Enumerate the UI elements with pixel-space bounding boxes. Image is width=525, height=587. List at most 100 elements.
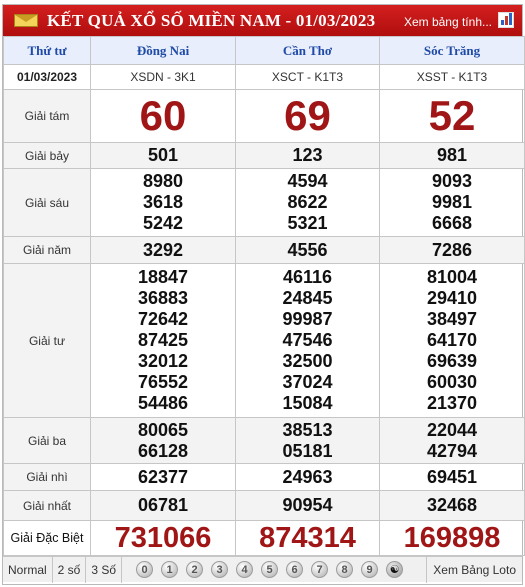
digit-filter: 0 1 2 3 4 5 6 7 8 9 ☯ xyxy=(136,561,404,578)
prize-label: Giải nhất xyxy=(3,490,91,521)
prize-value: 32500 xyxy=(282,351,333,371)
prize-value: 32012 xyxy=(137,351,189,371)
day-label: Thứ tư xyxy=(3,36,91,65)
results-table: Thứ tư Đồng Nai Cần Thơ Sóc Trăng 01/03/… xyxy=(3,36,525,556)
yin-yang-icon[interactable]: ☯ xyxy=(386,561,404,578)
prize-value: 3292 xyxy=(90,236,236,264)
prize-label: Giải sáu xyxy=(3,168,91,237)
prize-value: 18847 xyxy=(137,267,189,287)
prize-value: 06781 xyxy=(90,490,236,521)
draw-date: 01/03/2023 xyxy=(3,64,91,90)
prize-row-g4: Giải tư 18847 36883 72642 87425 32012 76… xyxy=(3,263,525,418)
prize-value: 4594 xyxy=(287,171,328,191)
prize-value: 24963 xyxy=(235,463,380,491)
digit-ball-4[interactable]: 4 xyxy=(236,561,254,578)
envelope-icon xyxy=(14,14,38,27)
results-panel: KẾT QUẢ XỔ SỐ MIỀN NAM - 01/03/2023 Xem … xyxy=(2,4,525,585)
province-can-tho[interactable]: Cần Thơ xyxy=(235,36,380,65)
digit-ball-6[interactable]: 6 xyxy=(286,561,304,578)
bar-chart-icon[interactable] xyxy=(498,12,514,28)
prize-value: 3618 xyxy=(142,192,184,212)
prize-value: 8980 xyxy=(142,171,184,191)
prize-cell: 38513 05181 xyxy=(235,417,380,464)
prize-cell: 9093 9981 6668 xyxy=(379,168,525,237)
digit-ball-9[interactable]: 9 xyxy=(361,561,379,578)
prize-value: 15084 xyxy=(282,393,333,413)
digit-ball-3[interactable]: 3 xyxy=(211,561,229,578)
prize-value: 9093 xyxy=(431,171,473,191)
prize-row-g2: Giải nhì 62377 24963 69451 xyxy=(3,463,525,491)
prize-value: 52 xyxy=(379,89,525,143)
prize-value: 37024 xyxy=(282,372,333,392)
ticket-code: XSCT - K1T3 xyxy=(235,64,380,90)
prize-value: 99987 xyxy=(282,309,333,329)
prize-value: 90954 xyxy=(235,490,380,521)
prize-value: 21370 xyxy=(426,393,478,413)
province-dong-nai[interactable]: Đồng Nai xyxy=(90,36,236,65)
digit-ball-5[interactable]: 5 xyxy=(261,561,279,578)
prize-value: 76552 xyxy=(137,372,189,392)
prize-value: 80065 xyxy=(137,419,189,440)
prize-label: Giải ba xyxy=(3,417,91,464)
prize-value: 69451 xyxy=(379,463,525,491)
prize-value: 123 xyxy=(235,142,380,169)
digit-ball-7[interactable]: 7 xyxy=(311,561,329,578)
prize-label: Giải Đặc Biệt xyxy=(3,520,91,556)
prize-row-g7: Giải bảy 501 123 981 xyxy=(3,142,525,169)
prize-value: 5242 xyxy=(142,213,184,233)
prize-value: 5321 xyxy=(287,213,328,233)
prize-value: 72642 xyxy=(137,309,189,329)
display-options-bar: Normal 2 số 3 Số 0 1 2 3 4 5 6 7 8 9 ☯ X… xyxy=(3,556,522,583)
stats-link[interactable]: Xem bảng tính... xyxy=(404,15,492,29)
digit-ball-2[interactable]: 2 xyxy=(186,561,204,578)
prize-cell: 8980 3618 5242 xyxy=(90,168,236,237)
digit-ball-0[interactable]: 0 xyxy=(136,561,154,578)
ticket-code: XSST - K1T3 xyxy=(379,64,525,90)
prize-row-g5: Giải năm 3292 4556 7286 xyxy=(3,236,525,264)
prize-value: 9981 xyxy=(431,192,473,212)
prize-value: 64170 xyxy=(426,330,478,350)
page-title: KẾT QUẢ XỔ SỐ MIỀN NAM - 01/03/2023 xyxy=(47,10,376,30)
prize-value: 24845 xyxy=(282,288,333,308)
option-2-digits[interactable]: 2 số xyxy=(53,556,87,583)
prize-label: Giải tư xyxy=(3,263,91,418)
prize-value: 66128 xyxy=(137,440,189,461)
prize-label: Giải tám xyxy=(3,89,91,143)
special-prize-value: 731066 xyxy=(90,520,236,556)
prize-value: 42794 xyxy=(426,440,478,461)
prize-label: Giải năm xyxy=(3,236,91,264)
prize-cell: 80065 66128 xyxy=(90,417,236,464)
prize-value: 47546 xyxy=(282,330,333,350)
prize-value: 62377 xyxy=(90,463,236,491)
prize-row-special: Giải Đặc Biệt 731066 874314 169898 xyxy=(3,520,525,556)
prize-value: 22044 xyxy=(426,419,478,440)
option-normal[interactable]: Normal xyxy=(3,556,53,583)
prize-value: 46116 xyxy=(282,267,333,287)
ticket-code-row: 01/03/2023 XSDN - 3K1 XSCT - K1T3 XSST -… xyxy=(3,64,525,90)
prize-value: 36883 xyxy=(137,288,189,308)
prize-value: 32468 xyxy=(379,490,525,521)
digit-ball-1[interactable]: 1 xyxy=(161,561,179,578)
prize-value: 38497 xyxy=(426,309,478,329)
prize-value: 54486 xyxy=(137,393,189,413)
prize-row-g1: Giải nhất 06781 90954 32468 xyxy=(3,490,525,521)
prize-value: 81004 xyxy=(426,267,478,287)
prize-cell: 18847 36883 72642 87425 32012 76552 5448… xyxy=(90,263,236,418)
prize-value: 501 xyxy=(90,142,236,169)
prize-value: 60 xyxy=(90,89,236,143)
special-prize-value: 169898 xyxy=(379,520,525,556)
prize-value: 60030 xyxy=(426,372,478,392)
prize-row-g8: Giải tám 60 69 52 xyxy=(3,89,525,143)
province-header-row: Thứ tư Đồng Nai Cần Thơ Sóc Trăng xyxy=(3,36,525,65)
prize-value: 6668 xyxy=(431,213,473,233)
prize-value: 05181 xyxy=(282,440,333,461)
prize-row-g6: Giải sáu 8980 3618 5242 4594 8622 5321 9… xyxy=(3,168,525,237)
special-prize-value: 874314 xyxy=(235,520,380,556)
prize-value: 29410 xyxy=(426,288,478,308)
province-soc-trang[interactable]: Sóc Trăng xyxy=(379,36,525,65)
loto-table-link[interactable]: Xem Bảng Loto xyxy=(426,556,522,583)
digit-ball-8[interactable]: 8 xyxy=(336,561,354,578)
prize-cell: 46116 24845 99987 47546 32500 37024 1508… xyxy=(235,263,380,418)
prize-label: Giải bảy xyxy=(3,142,91,169)
option-3-digits[interactable]: 3 Số xyxy=(86,556,123,583)
